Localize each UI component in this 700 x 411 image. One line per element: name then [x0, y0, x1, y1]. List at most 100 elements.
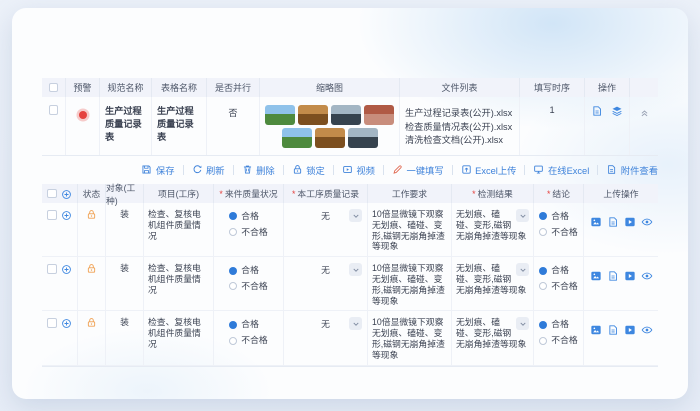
file-icon[interactable] [607, 270, 619, 282]
refresh-button[interactable]: 刷新 [192, 163, 225, 177]
test-result-cell: 无划痕、磕碰、变形,磁钢无崩角掉渣等现象 [452, 203, 534, 258]
radio-pass[interactable]: 合格 [229, 211, 267, 222]
add-row-icon[interactable] [61, 210, 72, 221]
radio-pass[interactable]: 合格 [229, 265, 267, 276]
row-checkbox[interactable] [48, 105, 59, 115]
video-button[interactable]: 视频 [342, 163, 375, 177]
process-record-select[interactable]: 无 [288, 263, 363, 277]
add-row-icon[interactable] [61, 318, 72, 329]
lock-icon [86, 209, 97, 220]
image-icon[interactable] [590, 216, 602, 228]
radio-fail[interactable]: 不合格 [539, 335, 578, 346]
col-form-name: 表格名称 [152, 78, 207, 97]
object-type-cell: 装 [106, 257, 144, 312]
lock-icon [86, 317, 97, 328]
row-checkbox[interactable] [47, 210, 57, 220]
conclusion-cell: 合格 不合格 [534, 203, 584, 258]
col-collapse [630, 78, 658, 97]
excel-upload-button[interactable]: Excel上传 [461, 163, 516, 177]
eye-icon[interactable] [641, 216, 653, 228]
radio-fail[interactable]: 不合格 [539, 227, 578, 238]
radio-fail[interactable]: 不合格 [229, 335, 268, 346]
radio-unselected-icon [229, 282, 238, 291]
radio-pass[interactable]: 合格 [539, 319, 577, 330]
detail-select-header [42, 184, 78, 203]
radio-pass[interactable]: 合格 [539, 265, 577, 276]
chevron-down-icon[interactable] [349, 263, 362, 277]
thumbnail-image[interactable] [314, 128, 345, 148]
image-icon[interactable] [590, 324, 602, 336]
object-type-cell: 装 [106, 203, 144, 258]
col-status: 状态 [78, 184, 106, 203]
incoming-quality-cell: 合格 不合格 [214, 257, 284, 312]
thumbnail-image[interactable] [281, 128, 312, 148]
process-record-select[interactable]: 无 [288, 317, 363, 331]
layers-icon[interactable] [611, 105, 623, 117]
collapse-icon[interactable] [639, 107, 650, 118]
radio-fail[interactable]: 不合格 [229, 281, 268, 292]
thumbnail-image[interactable] [265, 105, 295, 125]
chevron-down-icon[interactable] [516, 209, 529, 222]
row-select-cell [42, 97, 66, 155]
save-icon [141, 164, 152, 175]
file-icon[interactable] [591, 105, 603, 117]
radio-unselected-icon [229, 336, 238, 345]
detail-select-all-checkbox[interactable] [47, 188, 57, 198]
radio-fail[interactable]: 不合格 [539, 281, 578, 292]
file-icon[interactable] [607, 324, 619, 336]
one-click-fill-button[interactable]: 一键填写 [392, 163, 444, 177]
radio-pass[interactable]: 合格 [229, 319, 267, 330]
chevron-down-icon[interactable] [349, 209, 362, 222]
monitor-icon [533, 164, 544, 175]
detail-table: 状态 对象(工种) 项目(工序) * 来件质量状况 * 本工序质量记录 工作要求 *… [42, 183, 658, 367]
lock-icon [292, 164, 303, 175]
radio-selected-icon [229, 266, 238, 275]
video-icon[interactable] [624, 324, 636, 336]
pen-icon [392, 164, 403, 175]
refresh-icon [192, 164, 203, 175]
radio-fail[interactable]: 不合格 [229, 227, 268, 238]
row-checkbox[interactable] [47, 318, 57, 328]
collapse-cell [630, 97, 658, 155]
project-cell: 检查、复核电机组件质量情况 [144, 257, 214, 312]
thumbnail-image[interactable] [347, 128, 378, 148]
eye-icon[interactable] [641, 324, 653, 336]
lock-button[interactable]: 锁定 [292, 163, 325, 177]
file-name: 检查质量情况表(公开).xlsx [405, 121, 513, 132]
upload-ops-cell [584, 203, 658, 258]
record-table: 预警 规范名称 表格名称 是否并行 缩略图 文件列表 填写时序 操作 生产过程质… [42, 78, 658, 156]
radio-selected-icon [229, 320, 238, 329]
process-record-select[interactable]: 无 [288, 209, 363, 222]
chevron-down-icon[interactable] [516, 263, 529, 277]
attachment-view-button[interactable]: 附件查看 [606, 163, 658, 177]
work-requirement-cell: 10倍显微镜下观察无划痕、磕碰、变形,磁钢无崩角掉渣等现象 [368, 311, 452, 366]
work-requirement-cell: 10倍显微镜下观察无划痕、磕碰、变形,磁钢无崩角掉渣等现象 [368, 203, 452, 258]
chevron-down-icon[interactable] [349, 317, 362, 331]
divider [232, 164, 234, 175]
delete-button[interactable]: 删除 [242, 163, 275, 177]
radio-selected-icon [539, 320, 548, 329]
radio-pass[interactable]: 合格 [539, 211, 577, 222]
image-icon[interactable] [590, 270, 602, 282]
add-row-icon[interactable] [61, 189, 72, 200]
thumbnail-image[interactable] [298, 105, 328, 125]
video-icon[interactable] [624, 270, 636, 282]
online-excel-button[interactable]: 在线Excel [533, 163, 589, 177]
thumbnail-image[interactable] [364, 105, 394, 125]
divider [182, 164, 184, 175]
thumbnail-image[interactable] [331, 105, 361, 125]
project-cell: 检查、复核电机组件质量情况 [144, 203, 214, 258]
row-checkbox[interactable] [47, 264, 57, 274]
add-row-icon[interactable] [61, 264, 72, 275]
select-all-header-cell [42, 78, 66, 97]
radio-selected-icon [539, 266, 548, 275]
file-icon[interactable] [607, 216, 619, 228]
excel-upload-icon [461, 164, 472, 175]
select-all-checkbox[interactable] [48, 82, 59, 93]
save-button[interactable]: 保存 [141, 163, 175, 177]
eye-icon[interactable] [641, 270, 653, 282]
chevron-down-icon[interactable] [516, 317, 529, 331]
video-icon[interactable] [624, 216, 636, 228]
incoming-quality-cell: 合格 不合格 [214, 203, 284, 258]
col-object-type: 对象(工种) [106, 183, 144, 206]
